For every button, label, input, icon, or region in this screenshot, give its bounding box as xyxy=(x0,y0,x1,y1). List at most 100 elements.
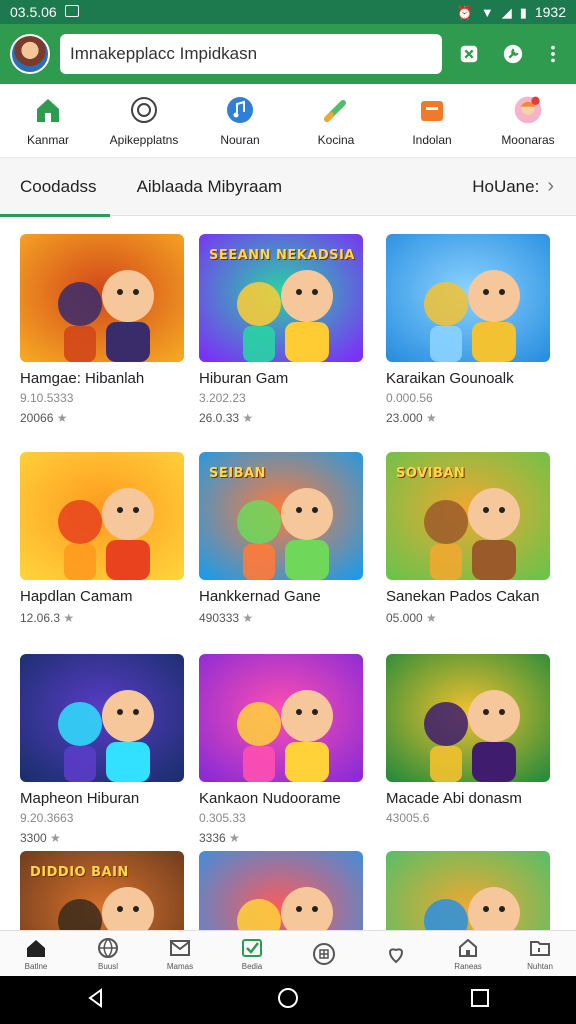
back-icon xyxy=(88,987,102,1008)
game-card[interactable]: Karaikan Gounoalk 0.000.56 23.000 ★ xyxy=(386,234,550,425)
nav-item-1[interactable]: Buusl xyxy=(79,936,137,971)
tab-more[interactable]: HoUane: › xyxy=(472,175,576,198)
game-card[interactable]: SEIBAN Hankkernad Gane 490333 ★ xyxy=(199,452,363,625)
game-title[interactable]: Mapheon Hiburan xyxy=(20,790,184,807)
game-thumbnail[interactable] xyxy=(20,654,184,782)
recents-button[interactable] xyxy=(468,986,492,1015)
thumbnail-title: DIDDIO BAIN xyxy=(30,865,129,880)
game-thumbnail[interactable]: SEIBAN xyxy=(199,452,363,580)
nav-item-3[interactable]: Bedia xyxy=(223,936,281,971)
game-card[interactable]: Hamgae: Hibanlah 9.10.5333 20066 ★ xyxy=(20,234,184,425)
alarm-icon: ⏰ xyxy=(456,4,473,20)
nav-label: Batlne xyxy=(24,962,48,971)
thumbnail-title: SEEANN NEKADSIA xyxy=(209,248,355,263)
game-rating: 3300 ★ xyxy=(20,831,61,845)
thumbnail-title: SEIBAN xyxy=(209,466,266,481)
tab-active[interactable]: Coodadss xyxy=(0,158,117,217)
nav-item-0[interactable]: Batlne xyxy=(7,936,65,971)
wifi-icon: ▼ xyxy=(480,4,494,20)
nav-item-7[interactable]: Nuhtan xyxy=(511,936,569,971)
more-button[interactable] xyxy=(540,37,566,71)
category-item-3[interactable]: Kocina xyxy=(288,95,384,147)
recents-icon xyxy=(471,988,489,1007)
category-item-4[interactable]: Indolan xyxy=(384,95,480,147)
game-meta: 0.305.33 xyxy=(199,811,246,825)
star-icon: ★ xyxy=(56,411,68,425)
nav-label: Mamas xyxy=(166,962,194,971)
game-thumbnail[interactable] xyxy=(386,654,550,782)
game-grid: Hamgae: Hibanlah 9.10.5333 20066 ★ SEEANN N… xyxy=(0,226,576,930)
folder-icon xyxy=(530,941,550,956)
game-title[interactable]: Macade Abi donasm xyxy=(386,790,550,807)
translate-icon xyxy=(460,45,478,63)
game-meta: 9.10.5333 xyxy=(20,391,74,405)
translate-button[interactable] xyxy=(452,37,486,71)
star-icon: ★ xyxy=(426,611,437,625)
mail-icon xyxy=(170,940,190,956)
game-thumbnail[interactable] xyxy=(20,452,184,580)
globe-icon xyxy=(98,938,118,959)
game-card[interactable]: Kankaon Nudoorame 0.305.33 3336 ★ xyxy=(199,654,363,845)
game-title[interactable]: Sanekan Pados Cakan xyxy=(386,588,550,605)
game-meta: 9.20.3663 xyxy=(20,811,74,825)
nav-item-5[interactable] xyxy=(367,942,425,966)
game-rating: 12.06.3 ★ xyxy=(20,611,75,625)
game-thumbnail[interactable]: SOVIBAN xyxy=(386,452,550,580)
game-thumbnail[interactable]: SEEANN NEKADSIA xyxy=(199,234,363,362)
category-row: Kanmar Apikepplatns Nouran Kocina Indola… xyxy=(0,84,576,158)
game-rating: 3336 ★ xyxy=(199,831,240,845)
house-icon xyxy=(459,938,477,957)
back-button[interactable] xyxy=(84,986,108,1015)
star-icon: ★ xyxy=(242,411,254,425)
game-title[interactable]: Hiburan Gam xyxy=(199,370,363,387)
star-icon: ★ xyxy=(426,411,437,425)
game-card[interactable]: SOVIBAN Sanekan Pados Cakan 05.000 ★ xyxy=(386,452,550,625)
star-icon: ★ xyxy=(242,611,254,625)
game-card[interactable]: SEEANN NEKADSIA Hiburan Gam 3.202.23 26.0.3… xyxy=(199,234,363,425)
game-card[interactable] xyxy=(199,851,363,930)
app-bar: Imnakepplacc Impidkasn xyxy=(0,24,576,84)
briefcase-icon xyxy=(417,95,447,125)
tools-button[interactable] xyxy=(496,37,530,71)
game-title[interactable]: Hamgae: Hibanlah xyxy=(20,370,184,387)
category-item-0[interactable]: Kanmar xyxy=(0,95,96,147)
more-vert-icon xyxy=(551,45,555,63)
game-title[interactable]: Karaikan Gounoalk xyxy=(386,370,550,387)
nav-item-4[interactable] xyxy=(295,942,353,966)
game-thumbnail[interactable] xyxy=(20,234,184,362)
nav-item-6[interactable]: Raneas xyxy=(439,936,497,971)
game-title[interactable]: Kankaon Nudoorame xyxy=(199,790,363,807)
game-card[interactable]: Mapheon Hiburan 9.20.3663 3300 ★ xyxy=(20,654,184,845)
home-icon xyxy=(33,95,63,125)
game-title[interactable]: Hapdlan Camam xyxy=(20,588,184,605)
notification-icon xyxy=(64,5,79,19)
search-value: Imnakepplacc Impidkasn xyxy=(70,44,258,63)
game-thumbnail[interactable] xyxy=(199,851,363,930)
game-meta: 0.000.56 xyxy=(386,391,433,405)
star-icon: ★ xyxy=(229,831,240,845)
category-item-5[interactable]: Moonaras xyxy=(480,95,576,147)
game-card[interactable]: Hapdlan Camam 12.06.3 ★ xyxy=(20,452,184,625)
game-card[interactable] xyxy=(386,851,550,930)
game-thumbnail[interactable] xyxy=(386,851,550,930)
tab-bar: Coodadss Aiblaada Mibyraam HoUane: › xyxy=(0,158,576,217)
tab-second[interactable]: Aiblaada Mibyraam xyxy=(117,158,303,216)
category-item-2[interactable]: Nouran xyxy=(192,95,288,147)
status-bar: 03.5.06 ⏰ ▼ ◢ ▮ 1932 xyxy=(0,0,576,24)
game-thumbnail[interactable] xyxy=(199,654,363,782)
nav-label: Bedia xyxy=(241,962,263,971)
game-card[interactable]: DIDDIO BAIN xyxy=(20,851,184,930)
category-item-1[interactable]: Apikepplatns xyxy=(96,95,192,147)
battery-icon: ▮ xyxy=(519,4,527,20)
home-icon xyxy=(27,940,45,957)
avatar[interactable] xyxy=(10,34,50,74)
status-time: 03.5.06 xyxy=(10,4,57,20)
game-card[interactable]: Macade Abi donasm 43005.6 xyxy=(386,654,550,825)
home-button[interactable] xyxy=(276,986,300,1015)
game-title[interactable]: Hankkernad Gane xyxy=(199,588,363,605)
game-thumbnail[interactable] xyxy=(386,234,550,362)
game-rating: 26.0.33 ★ xyxy=(199,411,254,425)
nav-item-2[interactable]: Mamas xyxy=(151,936,209,971)
game-thumbnail[interactable]: DIDDIO BAIN xyxy=(20,851,184,930)
search-input[interactable]: Imnakepplacc Impidkasn xyxy=(60,34,442,74)
